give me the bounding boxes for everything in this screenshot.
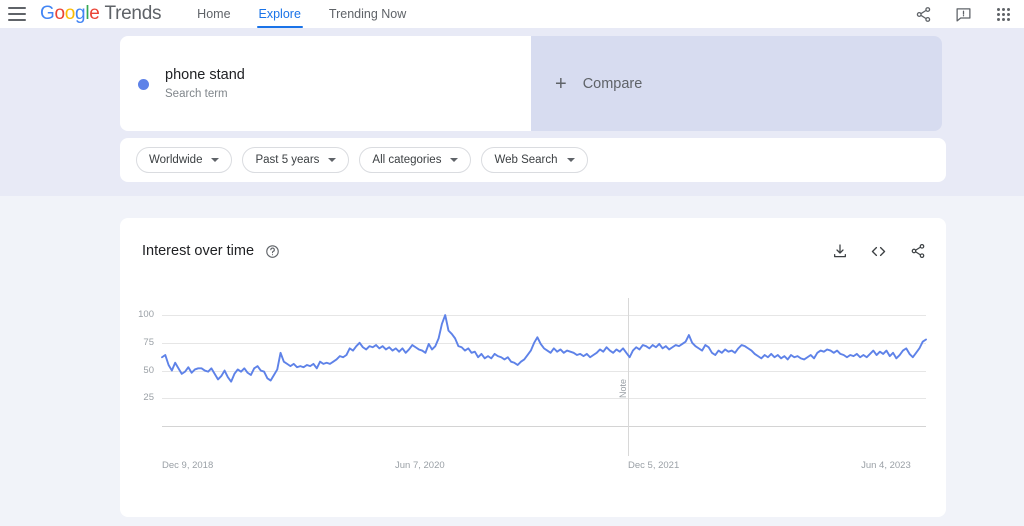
chart-header: Interest over time <box>142 238 926 264</box>
embed-code-icon[interactable] <box>870 243 887 260</box>
primary-nav: Home Explore Trending Now <box>197 0 434 28</box>
query-cards-row: phone stand Search term + Compare <box>120 36 946 131</box>
search-type-filter-label: Web Search <box>494 154 557 166</box>
nav-item-trending-now[interactable]: Trending Now <box>329 0 406 28</box>
share-icon[interactable] <box>909 243 926 260</box>
plus-icon: + <box>555 74 567 94</box>
chevron-down-icon <box>450 158 458 162</box>
search-term-card[interactable]: phone stand Search term <box>120 36 531 131</box>
nav-item-explore[interactable]: Explore <box>259 0 301 28</box>
chart-title: Interest over time <box>142 243 254 259</box>
google-trends-page: Google Trends Home Explore Trending Now <box>0 0 1024 526</box>
logo-letter-g: G <box>40 3 54 24</box>
google-trends-logo[interactable]: Google Trends <box>40 3 161 25</box>
time-range-filter-label: Past 5 years <box>255 154 319 166</box>
logo-letter-o2: o <box>65 3 75 24</box>
chevron-down-icon <box>328 158 336 162</box>
feedback-icon[interactable] <box>954 5 972 23</box>
time-range-filter[interactable]: Past 5 years <box>242 147 349 173</box>
top-navigation-bar: Google Trends Home Explore Trending Now <box>0 0 1024 28</box>
compare-button[interactable]: + Compare <box>531 36 942 131</box>
location-filter[interactable]: Worldwide <box>136 147 232 173</box>
chart-actions <box>831 243 926 260</box>
chevron-down-icon <box>211 158 219 162</box>
search-term-label: phone stand <box>165 66 245 85</box>
filters-bar: Worldwide Past 5 years All categories We… <box>120 138 946 182</box>
search-term-type: Search term <box>165 86 245 102</box>
interest-over-time-chart: 255075100 Dec 9, 2018Jun 7, 2020Dec 5, 2… <box>120 298 946 478</box>
logo-letter-e: e <box>89 3 99 24</box>
search-type-filter[interactable]: Web Search <box>481 147 587 173</box>
category-filter[interactable]: All categories <box>359 147 471 173</box>
interest-over-time-card: Interest over time <box>120 218 946 517</box>
logo-letter-o1: o <box>54 3 64 24</box>
top-bar-actions <box>914 5 1012 23</box>
compare-label: Compare <box>583 76 643 92</box>
chevron-down-icon <box>567 158 575 162</box>
hamburger-menu-icon[interactable] <box>8 7 26 21</box>
category-filter-label: All categories <box>372 154 441 166</box>
logo-letter-g2: g <box>75 3 85 24</box>
series-phone-stand <box>162 315 926 382</box>
help-circle-icon[interactable] <box>265 244 280 259</box>
nav-item-home[interactable]: Home <box>197 0 230 28</box>
location-filter-label: Worldwide <box>149 154 202 166</box>
share-icon[interactable] <box>914 5 932 23</box>
chart-series-line <box>120 298 946 478</box>
logo-product-name: Trends <box>105 3 162 25</box>
series-color-dot <box>138 79 149 90</box>
download-icon[interactable] <box>831 243 848 260</box>
apps-grid-icon[interactable] <box>994 5 1012 23</box>
